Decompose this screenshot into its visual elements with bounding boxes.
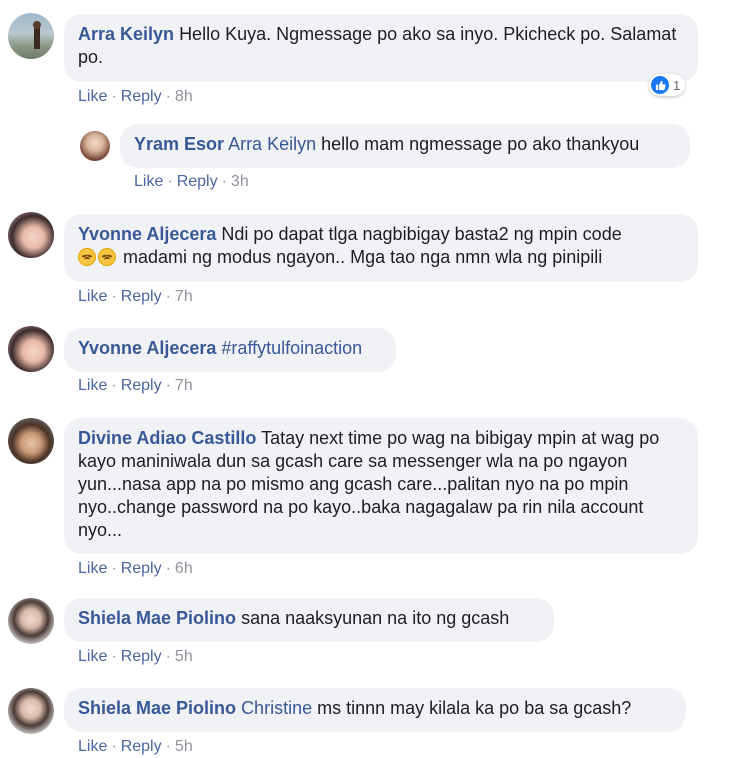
separator: · <box>111 648 117 665</box>
timestamp[interactable]: 7h <box>175 377 193 394</box>
mention-link[interactable]: Christine <box>241 698 312 718</box>
reply-link[interactable]: Reply <box>121 377 162 394</box>
like-link[interactable]: Like <box>134 173 163 190</box>
reply-link[interactable]: Reply <box>121 288 162 305</box>
reply-link[interactable]: Reply <box>121 648 162 665</box>
comment-actions: Like · Reply · 7h <box>78 377 193 395</box>
like-link[interactable]: Like <box>78 288 107 305</box>
like-link[interactable]: Like <box>78 560 107 577</box>
reaction-count[interactable]: 1 <box>649 74 686 96</box>
like-link[interactable]: Like <box>78 88 107 105</box>
comment-text: ms tinnn may kilala ka po ba sa gcash? <box>317 698 632 718</box>
avatar[interactable] <box>8 326 54 372</box>
comment-bubble: Arra Keilyn Hello Kuya. Ngmessage po ako… <box>64 14 698 82</box>
separator: · <box>111 738 117 755</box>
comment-bubble: Shiela Mae Piolino Christine ms tinnn ma… <box>64 688 686 732</box>
comment-actions: Like · Reply · 7h <box>78 288 193 306</box>
reaction-number: 1 <box>673 77 681 93</box>
separator: · <box>165 560 171 577</box>
comment-actions: Like · Reply · 5h <box>78 738 193 756</box>
hashtag-link[interactable]: #raffytulfoinaction <box>221 338 362 358</box>
pensive-face-emoji <box>98 248 116 266</box>
comment-bubble: Yvonne Aljecera Ndi po dapat tlga nagbib… <box>64 214 698 282</box>
comment-author[interactable]: Arra Keilyn <box>78 24 174 44</box>
pensive-face-emoji <box>78 248 96 266</box>
separator: · <box>111 288 117 305</box>
timestamp[interactable]: 6h <box>175 560 193 577</box>
comment-bubble: Divine Adiao Castillo Tatay next time po… <box>64 418 698 554</box>
reply-link[interactable]: Reply <box>177 173 218 190</box>
comment-author[interactable]: Yvonne Aljecera <box>78 338 216 358</box>
comment-text: Ndi po dapat tlga nagbibigay basta2 ng m… <box>221 224 622 244</box>
timestamp[interactable]: 8h <box>175 88 193 105</box>
comment-author[interactable]: Shiela Mae Piolino <box>78 698 236 718</box>
comment-bubble: Yram Esor Arra Keilyn hello mam ngmessag… <box>120 124 690 168</box>
like-reaction-icon <box>651 76 669 94</box>
comment-actions: Like · Reply · 5h <box>78 648 193 666</box>
timestamp[interactable]: 7h <box>175 288 193 305</box>
like-link[interactable]: Like <box>78 648 107 665</box>
comment-author[interactable]: Divine Adiao Castillo <box>78 428 256 448</box>
avatar[interactable] <box>8 598 54 644</box>
separator: · <box>165 377 171 394</box>
separator: · <box>221 173 227 190</box>
comment-text: hello mam ngmessage po ako thankyou <box>321 134 640 154</box>
timestamp[interactable]: 5h <box>175 738 193 755</box>
mention-link[interactable]: Arra Keilyn <box>228 134 316 154</box>
avatar[interactable] <box>8 13 54 59</box>
like-link[interactable]: Like <box>78 377 107 394</box>
comment-author[interactable]: Yram Esor <box>134 134 224 154</box>
avatar[interactable] <box>8 212 54 258</box>
separator: · <box>167 173 173 190</box>
separator: · <box>165 648 171 665</box>
comment-author[interactable]: Shiela Mae Piolino <box>78 608 236 628</box>
reply-link[interactable]: Reply <box>121 88 162 105</box>
comment-author[interactable]: Yvonne Aljecera <box>78 224 216 244</box>
comment-actions: Like · Reply · 8h <box>78 88 193 106</box>
separator: · <box>165 88 171 105</box>
comment-actions: Like · Reply · 6h <box>78 560 193 578</box>
avatar[interactable] <box>80 131 110 161</box>
reply-link[interactable]: Reply <box>121 560 162 577</box>
comment-bubble: Yvonne Aljecera #raffytulfoinaction <box>64 328 396 372</box>
comment-actions: Like · Reply · 3h <box>134 173 249 191</box>
separator: · <box>111 88 117 105</box>
separator: · <box>165 738 171 755</box>
timestamp[interactable]: 3h <box>231 173 249 190</box>
reply-link[interactable]: Reply <box>121 738 162 755</box>
avatar[interactable] <box>8 418 54 464</box>
comment-bubble: Shiela Mae Piolino sana naaksyunan na it… <box>64 598 554 642</box>
avatar[interactable] <box>8 688 54 734</box>
like-link[interactable]: Like <box>78 738 107 755</box>
comment-text: madami ng modus ngayon.. Mga tao nga nmn… <box>123 247 603 267</box>
comment-text: sana naaksyunan na ito ng gcash <box>241 608 510 628</box>
timestamp[interactable]: 5h <box>175 648 193 665</box>
separator: · <box>111 560 117 577</box>
separator: · <box>111 377 117 394</box>
separator: · <box>165 288 171 305</box>
